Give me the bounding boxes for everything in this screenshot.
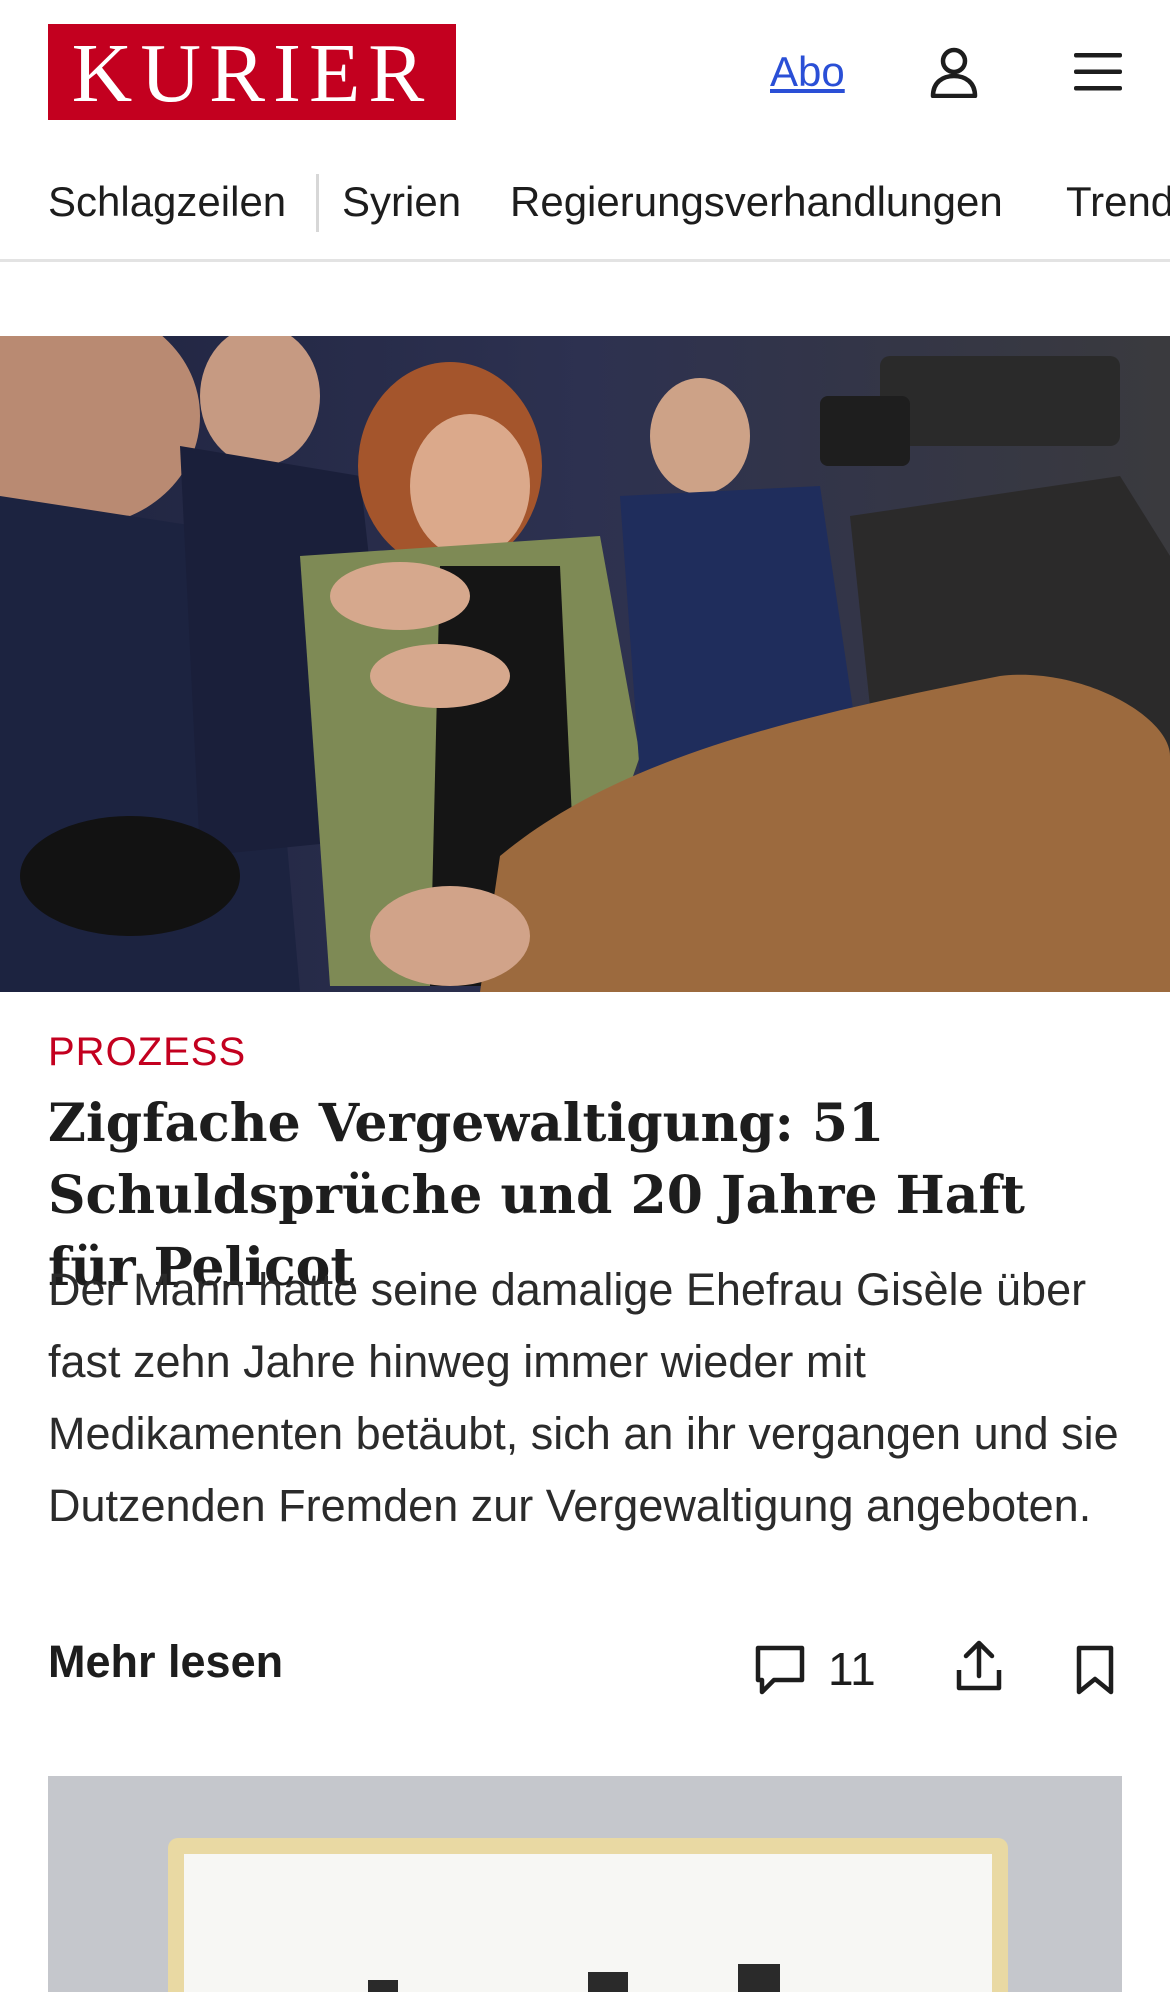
article-teaser: Der Mann hatte seine damalige Ehefrau Gi… — [48, 1264, 1119, 1531]
kurier-logo[interactable]: KURIER — [48, 24, 456, 120]
comment-count[interactable]: 11 — [828, 1642, 876, 1696]
logo-text: KURIER — [71, 27, 433, 120]
user-icon[interactable] — [928, 46, 980, 98]
next-article-image[interactable] — [48, 1776, 1122, 1992]
site-header: KURIER Abo — [0, 0, 1170, 146]
nav-item-trend[interactable]: Trend — [1066, 178, 1170, 226]
hamburger-menu-icon[interactable] — [1072, 50, 1124, 94]
article-hero-image[interactable] — [0, 336, 1170, 992]
abo-link[interactable]: Abo — [770, 48, 845, 96]
nav-divider — [316, 174, 319, 232]
hero-photo — [0, 336, 1170, 992]
bookmark-icon[interactable] — [1074, 1644, 1116, 1696]
topic-nav: Schlagzeilen Syrien Regierungsverhandlun… — [0, 166, 1170, 262]
nav-item-regierungsverhandlungen[interactable]: Regierungsverhandlungen — [510, 178, 1003, 226]
share-icon[interactable] — [954, 1638, 1004, 1694]
nav-item-syrien[interactable]: Syrien — [342, 178, 461, 226]
comment-icon[interactable] — [752, 1642, 808, 1698]
article-kicker: PROZESS — [48, 1030, 247, 1074]
read-more-link[interactable]: Mehr lesen — [48, 1636, 283, 1688]
nav-item-schlagzeilen[interactable]: Schlagzeilen — [48, 178, 286, 226]
next-article-photo — [48, 1776, 1122, 1992]
